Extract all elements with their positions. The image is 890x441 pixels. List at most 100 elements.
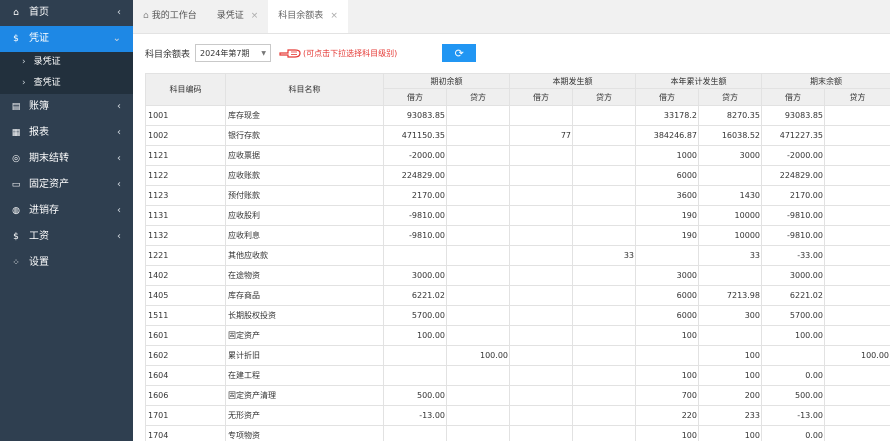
sidebar-item-voucher[interactable]: $ 凭证 ⌄ [0,26,133,52]
submenu-item[interactable]: › 录凭证 [0,52,133,73]
cell-amount: -9810.00 [383,205,447,226]
table-row[interactable]: 1511 长期股权投资 5700.00 6000 300 5700.00 [145,305,890,326]
cell-code: 1704 [145,425,226,441]
cell-amount: 224829.00 [761,165,825,186]
cell-amount [824,305,890,326]
cell-amount: 8270.35 [698,105,762,126]
cell-amount [509,245,573,266]
table-row[interactable]: 1405 库存商品 6221.02 6000 7213.98 6221.02 [145,285,890,306]
cell-amount [572,345,636,366]
sidebar-item-settings[interactable]: ⁘ 设置 [0,250,133,276]
table-row[interactable]: 1604 在建工程 100 100 0.00 [145,365,890,386]
caret-down-icon: ▼ [261,49,267,57]
cell-amount [509,325,573,346]
sidebar-item-salary[interactable]: $ 工资 ‹ [0,224,133,250]
cell-amount: 16038.52 [698,125,762,146]
col-header-period: 本期发生额 [509,73,636,89]
cell-amount: 200 [698,385,762,406]
table-row[interactable]: 1601 固定资产 100.00 100 100.00 [145,325,890,346]
sidebar-item-assets[interactable]: ▭ 固定资产 ‹ [0,172,133,198]
sidebar-item-home[interactable]: ⌂ 首页 ‹ [0,0,133,26]
cell-amount [572,185,636,206]
settings-icon: ⁘ [12,258,20,268]
tab-1[interactable]: 录凭证 × [207,0,269,33]
table-row[interactable]: 1704 专项物资 100 100 0.00 [145,425,890,441]
table-row[interactable]: 1221 其他应收款 33 33 -33.00 [145,245,890,266]
sidebar-item-label: 工资 [29,231,49,242]
cell-amount [824,165,890,186]
sidebar-item-report[interactable]: ▦ 报表 ‹ [0,120,133,146]
table-row[interactable]: 1121 应收票据 -2000.00 1000 3000 -2000.00 [145,145,890,166]
chevron-left-icon: ‹ [117,179,121,190]
cell-amount [572,105,636,126]
cell-amount: 0.00 [761,425,825,441]
cell-amount: 471150.35 [383,125,447,146]
cell-name: 预付账款 [225,185,384,206]
col-header-opening: 期初余额 [383,73,510,89]
cell-amount [824,125,890,146]
cell-name: 在建工程 [225,365,384,386]
cell-amount [509,265,573,286]
cell-amount [509,345,573,366]
cell-amount: 6221.02 [383,285,447,306]
cell-amount: 300 [698,305,762,326]
header-row-1: 科目编码 科目名称 期初余额 本期发生额 本年累计发生额 期末余额 [145,73,890,106]
cell-amount: 100.00 [383,325,447,346]
cell-amount: -9810.00 [761,205,825,226]
tab-0[interactable]: ⌂ 我的工作台 [133,0,207,33]
pointing-hand-icon [279,49,301,58]
close-icon[interactable]: × [330,0,338,33]
table-row[interactable]: 1002 银行存款 471150.35 77 384246.87 16038.52 4712… [145,125,890,146]
sidebar-item-closing[interactable]: ◎ 期末结转 ‹ [0,146,133,172]
table-row[interactable]: 1123 预付账款 2170.00 3600 1430 2170.00 [145,185,890,206]
chevron-left-icon: ‹ [117,101,121,112]
cell-amount [383,365,447,386]
cell-amount [698,165,762,186]
sidebar-item-ledger[interactable]: ▤ 账簿 ‹ [0,94,133,120]
chevron-left-icon: ‹ [117,127,121,138]
cell-amount [698,325,762,346]
cell-amount: 3000 [698,145,762,166]
cell-code: 1121 [145,145,226,166]
table-row[interactable]: 1122 应收账款 224829.00 6000 224829.00 [145,165,890,186]
cell-amount [509,285,573,306]
cell-code: 1221 [145,245,226,266]
cell-amount: -9810.00 [383,225,447,246]
cell-code: 1132 [145,225,226,246]
table-row[interactable]: 1001 库存现金 93083.85 33178.2 8270.35 93083.85 [145,105,890,126]
cell-amount [509,305,573,326]
cell-amount [572,365,636,386]
cell-amount: 3000 [635,265,699,286]
submenu-item-label: 查凭证 [33,78,61,88]
refresh-icon: ⟳ [454,46,464,60]
cell-amount [698,265,762,286]
cell-amount [446,125,510,146]
table-row[interactable]: 1701 无形资产 -13.00 220 233 -13.00 [145,405,890,426]
balance-table-container[interactable]: 科目编码 科目名称 期初余额 本期发生额 本年累计发生额 期末余额 借方 贷方 … [145,73,890,441]
cell-amount [824,245,890,266]
col-header-credit: 贷方 [698,88,762,106]
cell-code: 1511 [145,305,226,326]
cell-amount [446,225,510,246]
cell-amount [446,165,510,186]
table-row[interactable]: 1606 固定资产清理 500.00 700 200 500.00 [145,385,890,406]
table-row[interactable]: 1132 应收利息 -9810.00 190 10000 -9810.00 [145,225,890,246]
submenu-item[interactable]: › 查凭证 [0,73,133,94]
cell-amount [572,125,636,146]
cell-amount: -2000.00 [761,145,825,166]
tab-2[interactable]: 科目余额表 × [268,0,348,33]
refresh-button[interactable]: ⟳ [442,44,477,62]
cell-amount: 10000 [698,225,762,246]
table-row[interactable]: 1402 在途物资 3000.00 3000 3000.00 [145,265,890,286]
cell-amount: 500.00 [761,385,825,406]
cell-name: 银行存款 [225,125,384,146]
cell-amount [509,105,573,126]
cell-amount [824,145,890,166]
cell-amount [509,185,573,206]
close-icon[interactable]: × [251,0,259,33]
table-row[interactable]: 1602 累计折旧 100.00 100 100.00 [145,345,890,366]
table-row[interactable]: 1131 应收股利 -9810.00 190 10000 -9810.00 [145,205,890,226]
period-select[interactable]: 2024年第7期 ▼ [195,44,272,62]
cell-amount: 700 [635,385,699,406]
sidebar-item-inventory[interactable]: ◍ 进销存 ‹ [0,198,133,224]
